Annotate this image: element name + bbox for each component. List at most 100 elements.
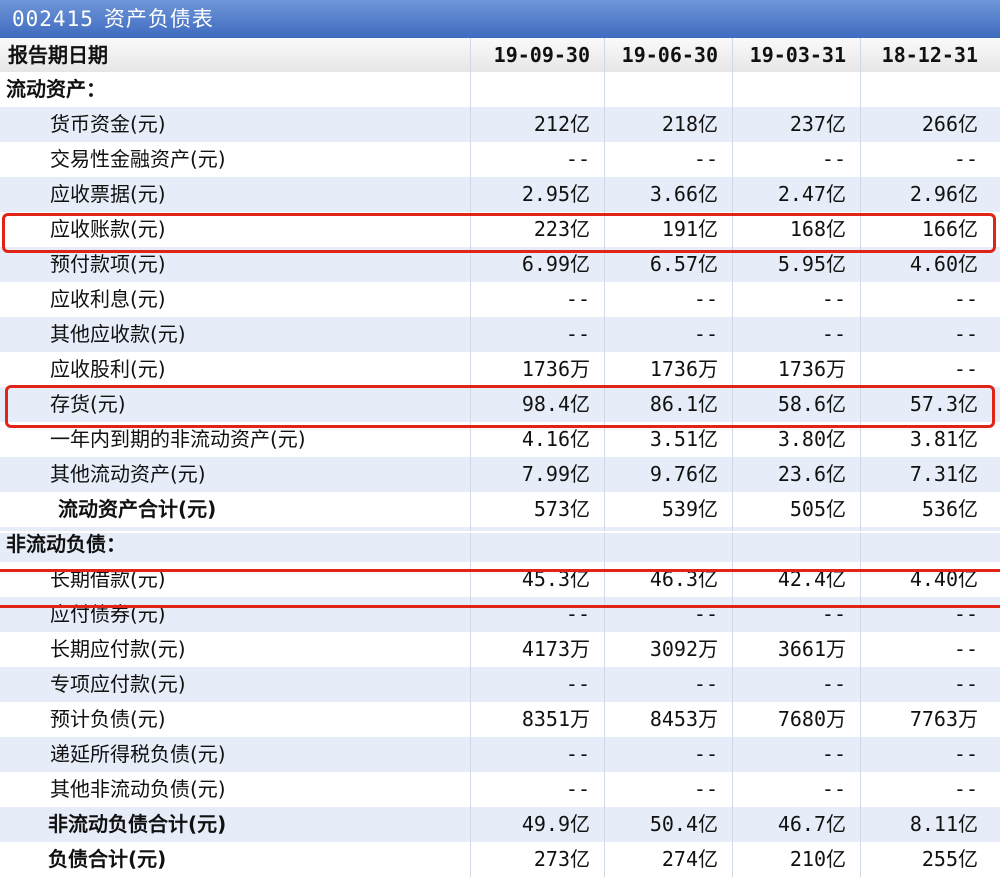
section-1-total-row[interactable]: 流动资产合计(元) 573亿 539亿 505亿 536亿	[0, 492, 1000, 527]
section-1-item-4-value-1: 223亿	[470, 212, 604, 247]
window-title-bar: 002415 资产负债表	[0, 0, 1000, 38]
section-1-item-3-value-2: 3.66亿	[604, 177, 732, 212]
section-1-item-5-value-4: 4.60亿	[860, 247, 1000, 282]
section-2-item-4-value-1: --	[470, 667, 604, 702]
section-2-item-6-value-4: --	[860, 737, 1000, 772]
section-2-item-3-value-2: 3092万	[604, 632, 732, 667]
section-2-item-2-value-2: --	[604, 597, 732, 632]
section-1-item-3-value-4: 2.96亿	[860, 177, 1000, 212]
section-2-total-value-3: 46.7亿	[732, 807, 860, 842]
balance-sheet-window: 002415 资产负债表 报告期日期 19-09-30 19-06-30 19-0…	[0, 0, 1000, 893]
section-2-item-5-value-4: 7763万	[860, 702, 1000, 737]
section-1-item-3-row[interactable]: 应收票据(元) 2.95亿 3.66亿 2.47亿 2.96亿	[0, 177, 1000, 212]
section-1-item-11-value-4: 7.31亿	[860, 457, 1000, 492]
section-1-item-11-value-3: 23.6亿	[732, 457, 860, 492]
section-1-title-empty-4	[860, 72, 1000, 107]
section-1-item-10-value-2: 3.51亿	[604, 422, 732, 457]
section-1-item-1-value-3: 237亿	[732, 107, 860, 142]
section-1-item-9-value-2: 86.1亿	[604, 387, 732, 422]
section-2-item-3-value-3: 3661万	[732, 632, 860, 667]
section-1-item-8-value-4: --	[860, 352, 1000, 387]
section-1-item-6-row[interactable]: 应收利息(元) -- -- -- --	[0, 282, 1000, 317]
section-2-total-value-1: 49.9亿	[470, 807, 604, 842]
grand-total-value-2: 274亿	[604, 842, 732, 877]
header-date-3[interactable]: 19-03-31	[732, 38, 860, 72]
grand-total-value-1: 273亿	[470, 842, 604, 877]
section-1-item-7-label: 其他应收款(元)	[50, 322, 186, 346]
section-1-item-11-value-2: 9.76亿	[604, 457, 732, 492]
section-1-item-1-value-4: 266亿	[860, 107, 1000, 142]
header-date-4[interactable]: 18-12-31	[860, 38, 1000, 72]
section-1-item-11-row[interactable]: 其他流动资产(元) 7.99亿 9.76亿 23.6亿 7.31亿	[0, 457, 1000, 492]
section-1-title-empty-1	[470, 72, 604, 107]
section-1-item-5-row[interactable]: 预付款项(元) 6.99亿 6.57亿 5.95亿 4.60亿	[0, 247, 1000, 282]
section-1-item-7-value-1: --	[470, 317, 604, 352]
section-2-item-3-value-1: 4173万	[470, 632, 604, 667]
section-2-item-1-label: 长期借款(元)	[50, 567, 166, 591]
section-1-total-value-2: 539亿	[604, 492, 732, 527]
section-1-item-7-value-4: --	[860, 317, 1000, 352]
section-1-item-8-row[interactable]: 应收股利(元) 1736万 1736万 1736万 --	[0, 352, 1000, 387]
section-1-item-4-value-3: 168亿	[732, 212, 860, 247]
section-2-item-5-value-1: 8351万	[470, 702, 604, 737]
section-2-item-2-value-3: --	[732, 597, 860, 632]
section-1-item-6-value-2: --	[604, 282, 732, 317]
section-1-item-9-label: 存货(元)	[50, 392, 126, 416]
section-1-title-row[interactable]: 流动资产：	[0, 72, 1000, 107]
section-2-item-1-row[interactable]: 长期借款(元) 45.3亿 46.3亿 42.4亿 4.40亿	[0, 562, 1000, 597]
section-2-item-4-value-2: --	[604, 667, 732, 702]
grand-total-value-3: 210亿	[732, 842, 860, 877]
section-1-item-1-row[interactable]: 货币资金(元) 212亿 218亿 237亿 266亿	[0, 107, 1000, 142]
stock-code: 002415	[12, 7, 94, 31]
section-2-total-row[interactable]: 非流动负债合计(元) 49.9亿 50.4亿 46.7亿 8.11亿	[0, 807, 1000, 842]
header-date-1[interactable]: 19-09-30	[470, 38, 604, 72]
section-1-item-5-label: 预付款项(元)	[50, 252, 166, 276]
section-1-item-1-value-1: 212亿	[470, 107, 604, 142]
grand-total-row[interactable]: 负债合计(元) 273亿 274亿 210亿 255亿	[0, 842, 1000, 877]
section-2-item-2-row[interactable]: 应付债券(元) -- -- -- --	[0, 597, 1000, 632]
section-1-item-2-value-1: --	[470, 142, 604, 177]
section-2-item-6-value-2: --	[604, 737, 732, 772]
section-1-item-8-label: 应收股利(元)	[50, 357, 166, 381]
section-1-item-10-label: 一年内到期的非流动资产(元)	[50, 427, 306, 451]
section-2-item-5-row[interactable]: 预计负债(元) 8351万 8453万 7680万 7763万	[0, 702, 1000, 737]
section-1-item-2-row[interactable]: 交易性金融资产(元) -- -- -- --	[0, 142, 1000, 177]
window-title: 资产负债表	[103, 7, 214, 31]
section-2-item-2-label: 应付债券(元)	[50, 602, 166, 626]
section-2-item-1-value-2: 46.3亿	[604, 562, 732, 597]
section-1-item-8-value-1: 1736万	[470, 352, 604, 387]
section-1-item-2-value-4: --	[860, 142, 1000, 177]
grand-total-value-4: 255亿	[860, 842, 1000, 877]
section-2-item-6-value-1: --	[470, 737, 604, 772]
section-2-item-7-value-2: --	[604, 772, 732, 807]
section-1-total-value-4: 536亿	[860, 492, 1000, 527]
section-1-title-empty-2	[604, 72, 732, 107]
section-2-item-1-value-3: 42.4亿	[732, 562, 860, 597]
section-2-item-7-value-4: --	[860, 772, 1000, 807]
section-1-item-10-row[interactable]: 一年内到期的非流动资产(元) 4.16亿 3.51亿 3.80亿 3.81亿	[0, 422, 1000, 457]
section-1-item-5-value-1: 6.99亿	[470, 247, 604, 282]
section-1-item-2-value-2: --	[604, 142, 732, 177]
section-1-item-7-value-2: --	[604, 317, 732, 352]
header-report-date-label: 报告期日期	[8, 43, 108, 67]
section-1-item-9-value-3: 58.6亿	[732, 387, 860, 422]
section-2-total-label: 非流动负债合计(元)	[48, 812, 227, 836]
section-1-item-1-label: 货币资金(元)	[50, 112, 166, 136]
section-1-item-9-row[interactable]: 存货(元) 98.4亿 86.1亿 58.6亿 57.3亿	[0, 387, 1000, 422]
section-2-item-3-row[interactable]: 长期应付款(元) 4173万 3092万 3661万 --	[0, 632, 1000, 667]
header-date-2[interactable]: 19-06-30	[604, 38, 732, 72]
section-2-item-7-row[interactable]: 其他非流动负债(元) -- -- -- --	[0, 772, 1000, 807]
section-2-item-4-row[interactable]: 专项应付款(元) -- -- -- --	[0, 667, 1000, 702]
section-2-item-4-value-4: --	[860, 667, 1000, 702]
section-2-item-1-value-4: 4.40亿	[860, 562, 1000, 597]
section-2-item-5-value-2: 8453万	[604, 702, 732, 737]
section-1-item-8-value-2: 1736万	[604, 352, 732, 387]
section-2-item-6-row[interactable]: 递延所得税负债(元) -- -- -- --	[0, 737, 1000, 772]
section-1-item-10-value-4: 3.81亿	[860, 422, 1000, 457]
section-1-item-4-row[interactable]: 应收账款(元) 223亿 191亿 168亿 166亿	[0, 212, 1000, 247]
section-1-item-7-row[interactable]: 其他应收款(元) -- -- -- --	[0, 317, 1000, 352]
grand-total-label: 负债合计(元)	[48, 847, 167, 871]
section-1-item-2-value-3: --	[732, 142, 860, 177]
section-1-item-3-label: 应收票据(元)	[50, 182, 166, 206]
section-1-item-8-value-3: 1736万	[732, 352, 860, 387]
